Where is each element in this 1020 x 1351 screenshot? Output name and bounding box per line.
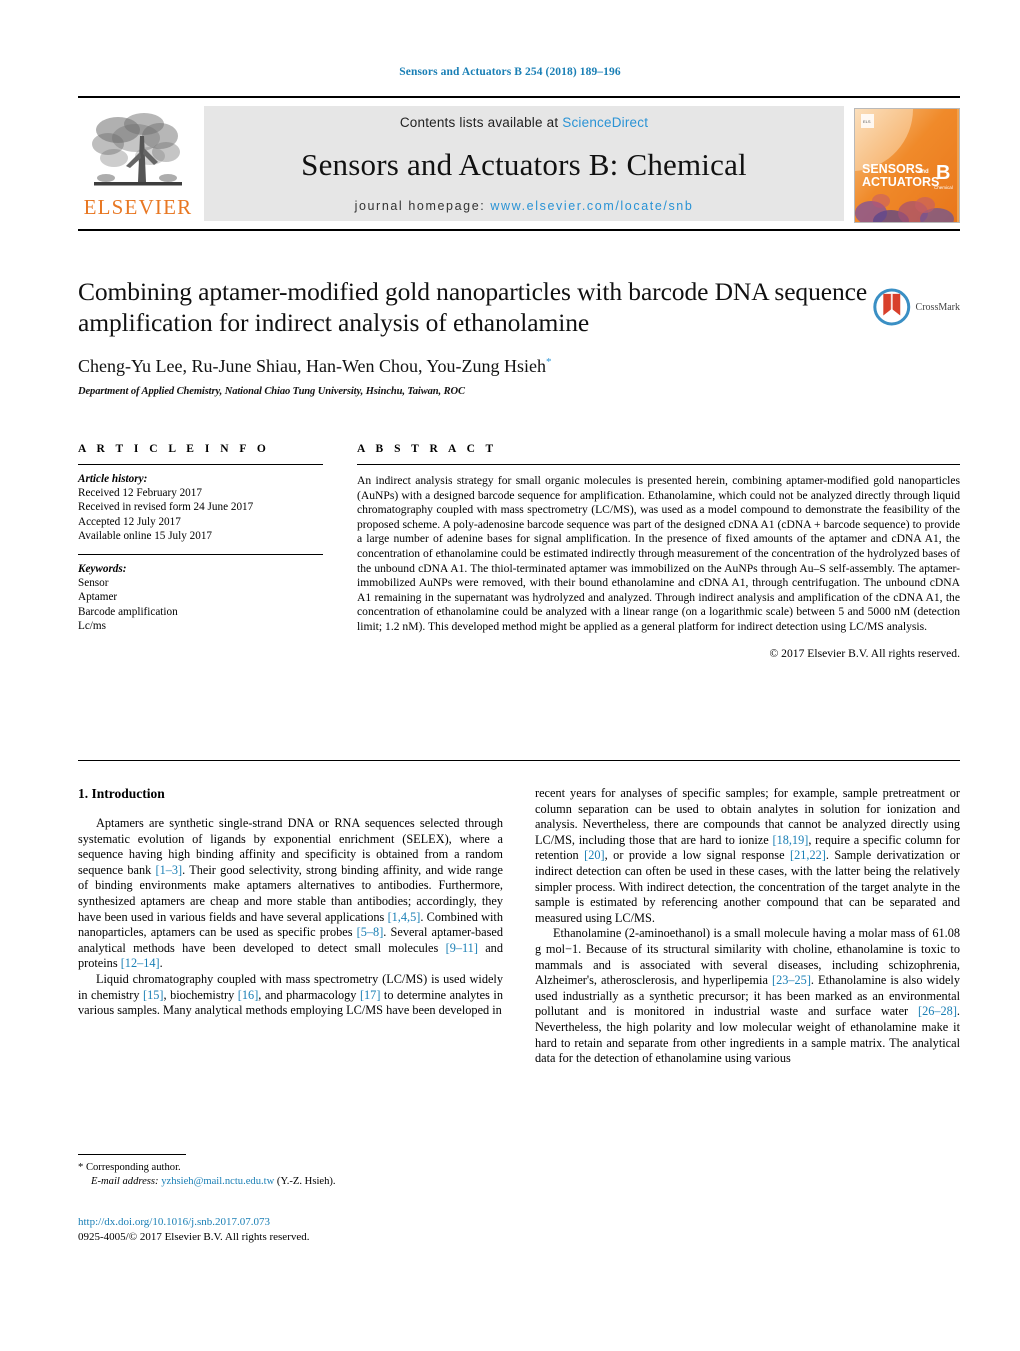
paragraph: Liquid chromatography coupled with mass … xyxy=(78,971,503,1018)
keyword-item: Aptamer xyxy=(78,591,118,604)
title-block: Combining aptamer-modified gold nanopart… xyxy=(78,276,868,397)
sciencedirect-link[interactable]: ScienceDirect xyxy=(562,115,648,130)
article-info-column: A R T I C L E I N F O Article history: R… xyxy=(78,443,323,660)
article-info-rule xyxy=(78,464,323,465)
journal-homepage-line: journal homepage: www.elsevier.com/locat… xyxy=(355,199,694,213)
paragraph: Ethanolamine (2-aminoethanol) is a small… xyxy=(535,926,960,1066)
elsevier-logo: ELSEVIER xyxy=(78,102,198,229)
footnote-block: * Corresponding author. E-mail address: … xyxy=(78,1154,503,1188)
keywords-rule xyxy=(78,554,323,556)
paper-page: Sensors and Actuators B 254 (2018) 189–1… xyxy=(0,0,1020,1351)
paragraph: recent years for analyses of specific sa… xyxy=(535,786,960,925)
citation-link[interactable]: [20] xyxy=(584,848,605,862)
abstract-column: A B S T R A C T An indirect analysis str… xyxy=(357,443,960,660)
abstract-rule xyxy=(357,464,960,465)
history-item: Received 12 February 2017 xyxy=(78,487,202,500)
history-item: Received in revised form 24 June 2017 xyxy=(78,501,254,514)
keywords-label: Keywords: xyxy=(78,563,127,576)
corresponding-author-marker: * xyxy=(546,356,552,368)
running-head: Sensors and Actuators B 254 (2018) 189–1… xyxy=(399,66,621,78)
info-abstract-region: A R T I C L E I N F O Article history: R… xyxy=(78,443,960,660)
citation-link[interactable]: [26–28] xyxy=(918,1004,957,1018)
citation-link[interactable]: [16] xyxy=(238,988,259,1002)
svg-text:ACTUATORS: ACTUATORS xyxy=(862,175,939,189)
email-note: E-mail address: yzhsieh@mail.nctu.edu.tw… xyxy=(78,1175,503,1189)
abstract-heading: A B S T R A C T xyxy=(357,443,498,455)
crossmark-badge[interactable]: CrossMark xyxy=(872,283,960,331)
journal-cover-thumbnail[interactable]: ELS SENSORS and ACTUATORS B Chemical xyxy=(854,108,960,223)
citation-link[interactable]: [12–14] xyxy=(121,956,160,970)
footer-doi-block: http://dx.doi.org/10.1016/j.snb.2017.07.… xyxy=(78,1215,578,1244)
history-item: Available online 15 July 2017 xyxy=(78,529,213,542)
email-suffix: (Y.-Z. Hsieh). xyxy=(276,1175,336,1187)
introduction-heading: 1. Introduction xyxy=(78,786,165,801)
footnote-rule xyxy=(78,1154,186,1155)
article-history-block: Article history: Received 12 February 20… xyxy=(78,472,323,543)
masthead-center: Contents lists available at ScienceDirec… xyxy=(204,106,844,221)
keyword-item: Barcode amplification xyxy=(78,605,178,618)
keyword-item: Sensor xyxy=(78,577,109,590)
svg-text:B: B xyxy=(936,162,950,184)
crossmark-icon xyxy=(873,288,911,326)
history-item: Accepted 12 July 2017 xyxy=(78,515,181,528)
body-column-right: recent years for analyses of specific sa… xyxy=(535,786,960,1067)
journal-title: Sensors and Actuators B: Chemical xyxy=(301,146,747,182)
email-link[interactable]: yzhsieh@mail.nctu.edu.tw xyxy=(161,1176,274,1187)
abstract-text: An indirect analysis strategy for small … xyxy=(357,474,960,633)
keyword-item: Lc/ms xyxy=(78,619,106,632)
contents-list-line: Contents lists available at ScienceDirec… xyxy=(400,115,648,130)
affiliation: Department of Applied Chemistry, Nationa… xyxy=(78,386,465,397)
corresponding-author-note: * Corresponding author. xyxy=(78,1162,181,1173)
journal-masthead: ELSEVIER Contents lists available at Sci… xyxy=(78,96,960,231)
elsevier-wordmark: ELSEVIER xyxy=(83,195,193,219)
citation-link[interactable]: [1,4,5] xyxy=(388,910,421,924)
doi-link[interactable]: http://dx.doi.org/10.1016/j.snb.2017.07.… xyxy=(78,1215,578,1230)
citation-link[interactable]: [17] xyxy=(360,988,381,1002)
abstract-copyright: © 2017 Elsevier B.V. All rights reserved… xyxy=(769,646,960,660)
contents-prefix: Contents lists available at xyxy=(399,115,563,130)
section-divider xyxy=(78,760,960,761)
issn-copyright-line: 0925-4005/© 2017 Elsevier B.V. All right… xyxy=(78,1230,310,1243)
body-columns: 1. Introduction Aptamers are synthetic s… xyxy=(78,786,960,1067)
citation-link[interactable]: [18,19] xyxy=(772,833,808,847)
citation-link[interactable]: [23–25] xyxy=(772,973,811,987)
citation-link[interactable]: [9–11] xyxy=(446,941,478,955)
email-label: E-mail address: xyxy=(91,1175,159,1187)
page-title: Combining aptamer-modified gold nanopart… xyxy=(78,277,868,337)
elsevier-tree-icon xyxy=(88,108,188,196)
journal-homepage-link[interactable]: www.elsevier.com/locate/snb xyxy=(490,199,693,213)
author-names: Cheng-Yu Lee, Ru-June Shiau, Han-Wen Cho… xyxy=(78,356,546,376)
citation-link[interactable]: [21,22] xyxy=(790,848,826,862)
citation-link[interactable]: [15] xyxy=(143,988,164,1002)
author-list: Cheng-Yu Lee, Ru-June Shiau, Han-Wen Cho… xyxy=(78,356,868,377)
article-info-heading: A R T I C L E I N F O xyxy=(78,443,270,455)
body-column-left: 1. Introduction Aptamers are synthetic s… xyxy=(78,786,503,1067)
keywords-block: Keywords: Sensor Aptamer Barcode amplifi… xyxy=(78,562,323,633)
citation-link[interactable]: [5–8] xyxy=(357,925,384,939)
crossmark-label: CrossMark xyxy=(915,301,960,313)
article-history-label: Article history: xyxy=(78,473,148,485)
paragraph: Aptamers are synthetic single-strand DNA… xyxy=(78,816,503,971)
citation-link[interactable]: [1–3] xyxy=(156,863,183,877)
homepage-prefix: journal homepage: xyxy=(354,199,491,213)
svg-text:SENSORS: SENSORS xyxy=(862,162,923,176)
svg-text:Chemical: Chemical xyxy=(934,185,953,190)
svg-text:ELS: ELS xyxy=(863,119,871,124)
